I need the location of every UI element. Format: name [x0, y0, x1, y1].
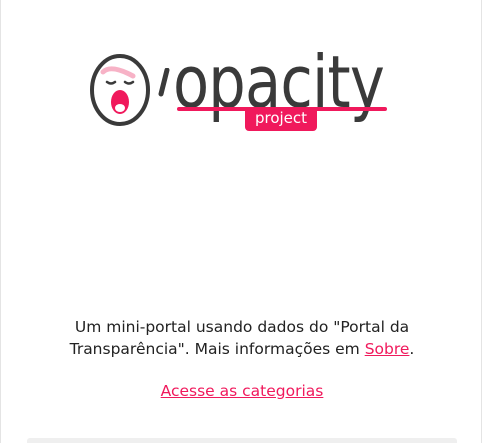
intro-text: Um mini-portal usando dados do "Portal d… [1, 316, 482, 360]
opacity-project-logo: opacity project [89, 40, 395, 132]
apostrophe-mark [158, 68, 170, 97]
intro-line-2-suffix: . [409, 340, 415, 358]
page-frame: opacity project Um mini-portal usando da… [0, 0, 482, 443]
categories-cta: Acesse as categorias [1, 380, 482, 402]
intro-line-2-text: Transparência". Mais informações em [69, 340, 365, 358]
intro-line-2: Transparência". Mais informações em Sobr… [1, 338, 482, 360]
bottom-panel-edge [27, 438, 457, 443]
about-link[interactable]: Sobre [365, 340, 410, 358]
logo-project-badge: project [245, 107, 317, 131]
categories-link[interactable]: Acesse as categorias [161, 382, 324, 400]
intro-line-1: Um mini-portal usando dados do "Portal d… [74, 318, 410, 336]
screaming-face-icon [90, 54, 150, 126]
